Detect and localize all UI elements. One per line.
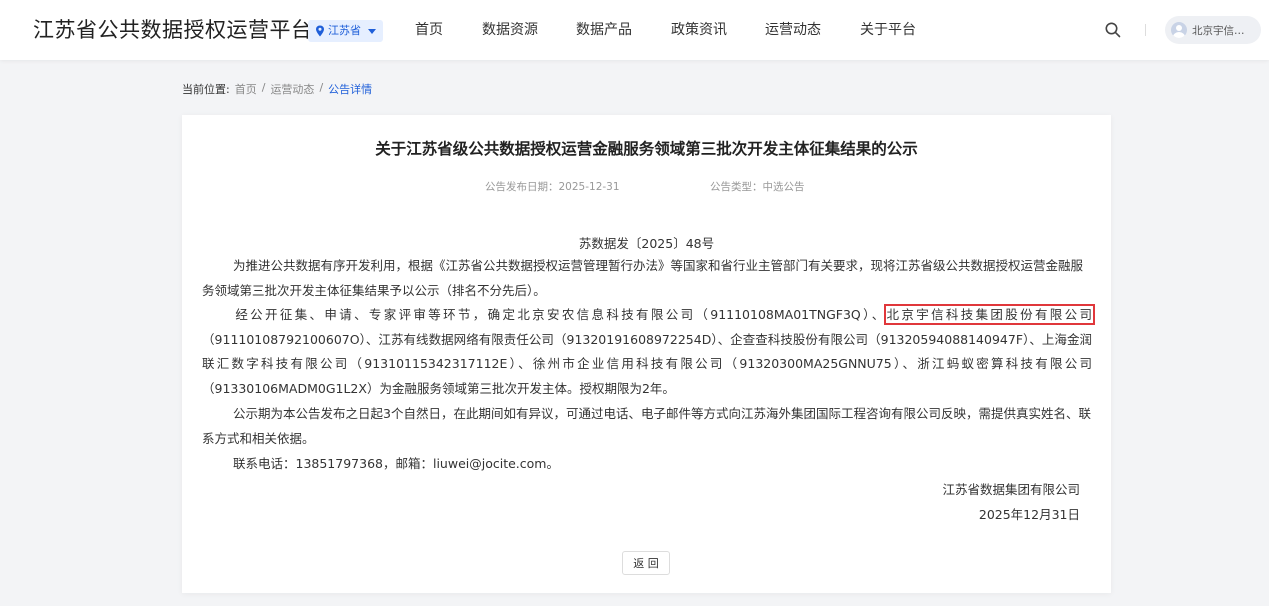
nav-item-policy-news[interactable]: 政策资讯 (671, 19, 727, 39)
breadcrumb-separator: / (261, 81, 266, 94)
nav-item-home[interactable]: 首页 (415, 19, 443, 39)
highlighted-company-name: 北京宇信科技集团股份有限公司 (883, 304, 1095, 325)
notice-paragraph-3: 公示期为本公告发布之日起3个自然日，在此期间如有异议，可通过电话、电子邮件等方式… (202, 406, 1091, 446)
nav-item-about[interactable]: 关于平台 (860, 19, 916, 39)
user-name: 北京宇信… (1192, 24, 1245, 37)
sign-date: 2025年12月31日 (978, 507, 1080, 522)
caret-down-icon (368, 28, 376, 34)
notice-type: 公告类型：中选公告 (710, 181, 805, 193)
breadcrumb: 当前位置: 首页 / 运营动态 / 公告详情 (182, 81, 372, 97)
notice-paragraph-1: 为推进公共数据有序开发利用，根据《江苏省公共数据授权运营管理暂行办法》等国家和省… (202, 258, 1084, 298)
region-selector[interactable]: 江苏省 (308, 20, 383, 42)
notice-title: 关于江苏省级公共数据授权运营金融服务领域第三批次开发主体征集结果的公示 (375, 140, 918, 158)
user-menu[interactable]: 北京宇信… (1165, 16, 1261, 44)
nav-item-data-resources[interactable]: 数据资源 (482, 19, 538, 39)
document-number: 苏数据发〔2025〕48号 (578, 236, 715, 251)
user-avatar-icon (1171, 22, 1187, 38)
breadcrumb-lead: 当前位置: (182, 83, 230, 96)
paragraph-2-lead: 经公开征集、申请、专家评审等环节，确定北京安农信息科技有限公司（91110108… (233, 307, 887, 322)
notice-card: 关于江苏省级公共数据授权运营金融服务领域第三批次开发主体征集结果的公示 公告发布… (182, 115, 1111, 593)
breadcrumb-home[interactable]: 首页 (235, 81, 257, 97)
back-button[interactable]: 返 回 (622, 551, 670, 575)
search-icon[interactable] (1104, 21, 1122, 39)
site-title[interactable]: 江苏省公共数据授权运营平台 (33, 14, 313, 44)
publish-date: 公告发布日期：2025-12-31 (485, 181, 620, 193)
header-divider (1145, 24, 1146, 36)
signer: 江苏省数据集团有限公司 (942, 482, 1080, 497)
paragraph-2-rest: （91110108792100607O）、江苏有线数据网络有限责任公司（9132… (202, 331, 1092, 396)
breadcrumb-current: 公告详情 (328, 83, 373, 96)
notice-paragraph-2: 经公开征集、申请、专家评审等环节，确定北京安农信息科技有限公司（91110108… (202, 303, 1095, 401)
nav-item-data-products[interactable]: 数据产品 (576, 19, 632, 39)
region-label: 江苏省 (328, 24, 361, 37)
nav-item-operations-news[interactable]: 运营动态 (765, 19, 821, 39)
location-pin-icon (316, 25, 324, 37)
breadcrumb-operations[interactable]: 运营动态 (270, 81, 314, 97)
notice-paragraph-4: 联系电话：13851797368，邮箱：liuwei@jocite.com。 (233, 456, 559, 471)
breadcrumb-separator: / (319, 81, 324, 94)
top-header: 江苏省公共数据授权运营平台 江苏省 首页 数据资源 数据产品 政策资讯 运营动态… (0, 0, 1269, 60)
